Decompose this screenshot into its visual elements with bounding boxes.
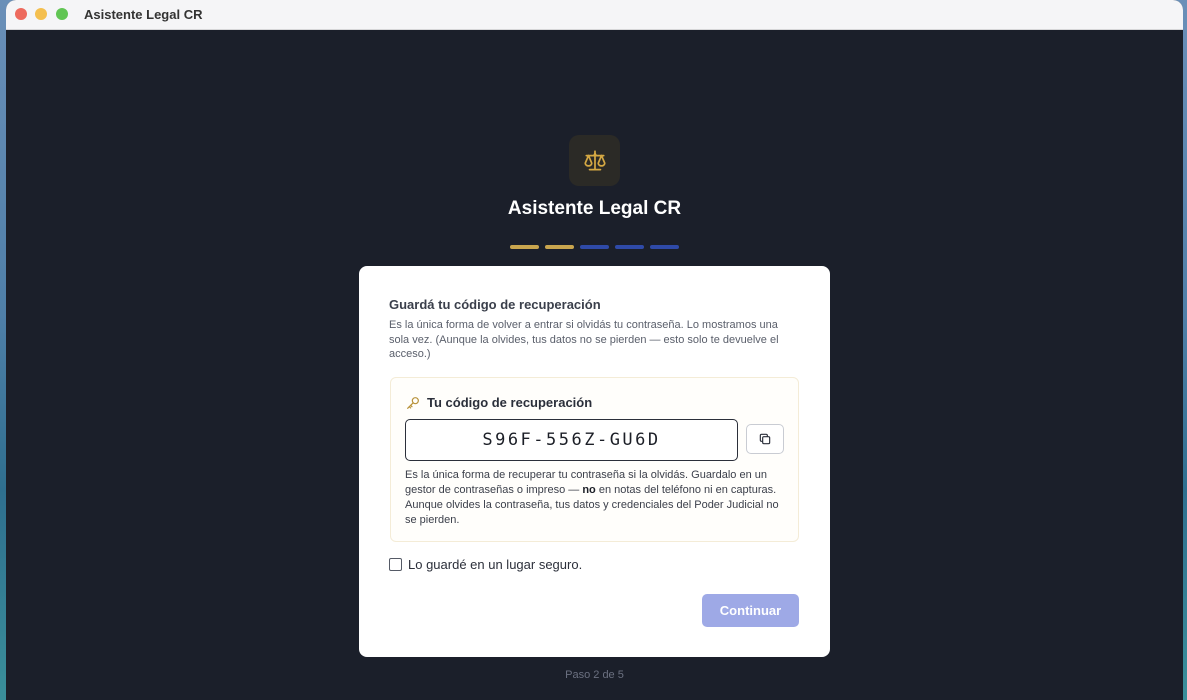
- code-label: Tu código de recuperación: [427, 395, 593, 410]
- confirm-saved-checkbox[interactable]: [389, 558, 402, 571]
- code-note-emphasis: no: [582, 484, 596, 496]
- app-logo: [569, 135, 620, 186]
- copy-code-button[interactable]: [746, 424, 784, 454]
- recovery-code-panel: Tu código de recuperación S96F-556Z-GU6D…: [390, 377, 799, 542]
- card-heading: Guardá tu código de recuperación: [389, 297, 601, 312]
- card-description: Es la única forma de volver a entrar si …: [389, 319, 779, 360]
- step-2-indicator: [545, 245, 574, 249]
- app-window: Asistente Legal CR Asistente Legal CR Gu…: [6, 0, 1183, 700]
- recovery-code-field[interactable]: S96F-556Z-GU6D: [405, 419, 738, 461]
- step-3-indicator: [580, 245, 609, 249]
- continue-button[interactable]: Continuar: [702, 594, 799, 627]
- window-title: Asistente Legal CR: [84, 7, 203, 22]
- app-title: Asistente Legal CR: [507, 198, 682, 219]
- close-window-button[interactable]: [15, 8, 27, 20]
- step-progress: [510, 245, 679, 249]
- step-5-indicator: [650, 245, 679, 249]
- key-icon: [407, 397, 419, 409]
- recovery-code-card: Guardá tu código de recuperación Es la ú…: [359, 266, 830, 657]
- step-indicator-text: Paso 2 de 5: [565, 669, 624, 681]
- code-note: Es la única forma de recuperar tu contra…: [405, 468, 785, 528]
- minimize-window-button[interactable]: [35, 8, 47, 20]
- copy-icon: [759, 433, 771, 445]
- title-bar: Asistente Legal CR: [6, 0, 1183, 30]
- scales-icon: [583, 149, 606, 171]
- step-1-indicator: [510, 245, 539, 249]
- zoom-window-button[interactable]: [56, 8, 68, 20]
- confirm-saved-row[interactable]: Lo guardé en un lugar seguro.: [389, 557, 582, 572]
- step-4-indicator: [615, 245, 644, 249]
- confirm-saved-label[interactable]: Lo guardé en un lugar seguro.: [408, 557, 582, 572]
